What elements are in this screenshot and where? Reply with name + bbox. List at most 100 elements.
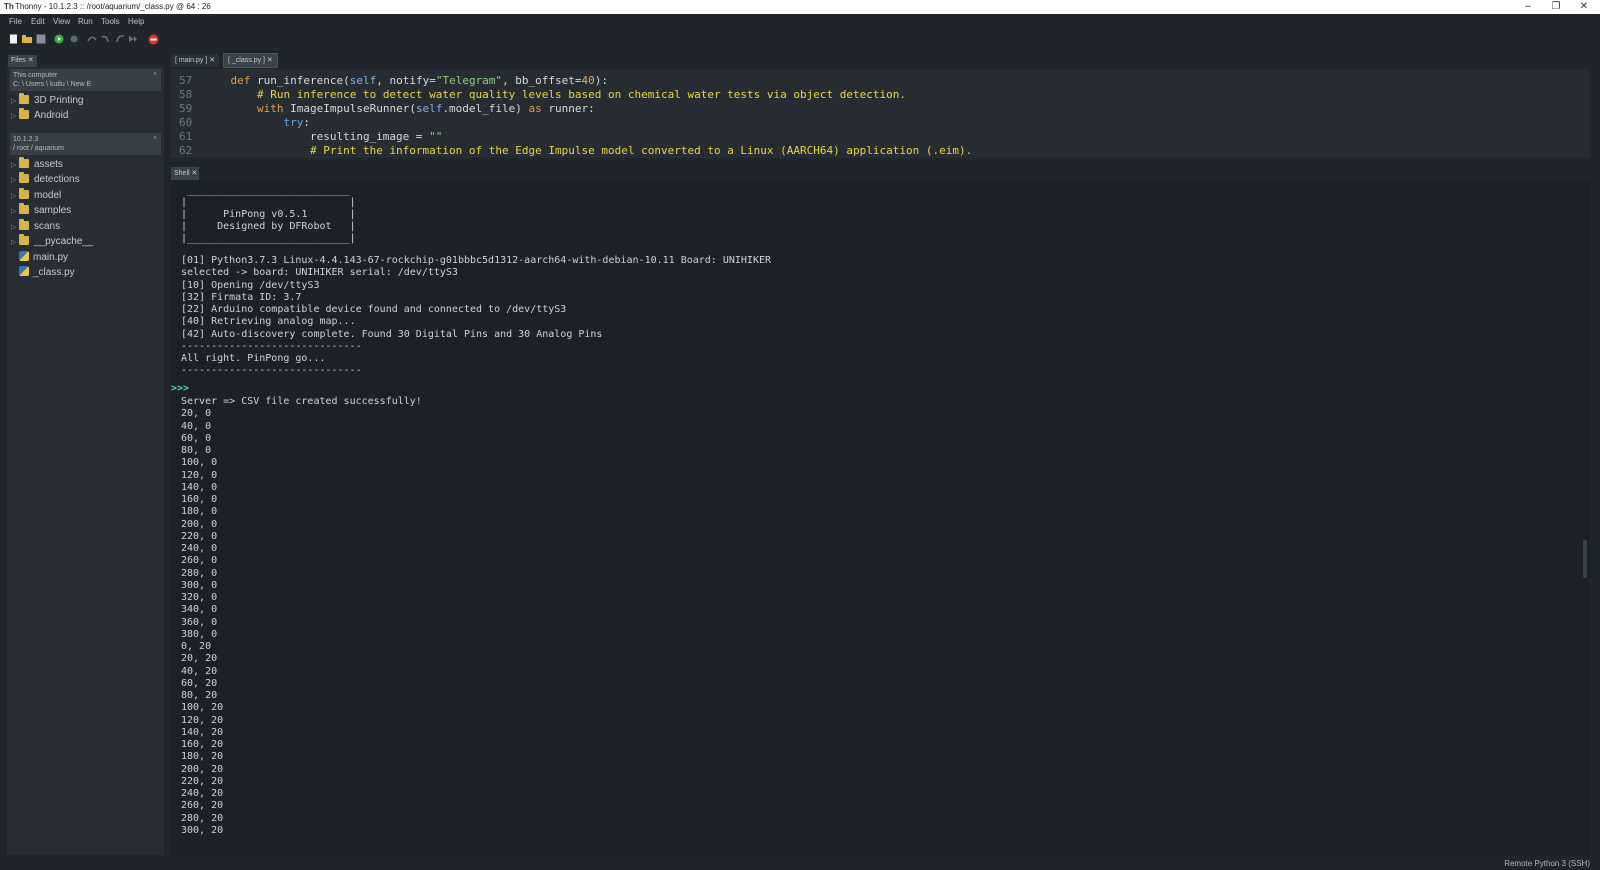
line-number: 59 — [179, 102, 193, 115]
this-computer-path: C: \ Users \ kutlu \ New E — [13, 81, 92, 88]
output-line: 300, 0 — [181, 579, 218, 591]
output-line: 380, 0 — [181, 628, 218, 640]
python-file-icon — [19, 266, 29, 276]
shell-tab[interactable]: Shell ✕ — [171, 167, 199, 180]
save-icon[interactable] — [36, 34, 46, 44]
log-line: [10] Opening /dev/ttyS3 — [181, 279, 320, 291]
line-number: 60 — [179, 116, 193, 129]
step-over-icon[interactable] — [87, 34, 97, 44]
python-file-icon — [19, 251, 29, 261]
code-line: try: — [283, 116, 310, 129]
tab-close-icon[interactable]: ✕ — [267, 57, 273, 64]
folder-icon — [19, 234, 29, 245]
output-line: Server => CSV file created successfully! — [181, 396, 422, 407]
remote-title: 10.1.2.3 — [13, 136, 39, 143]
new-file-icon[interactable] — [8, 34, 18, 44]
tree-item-label: samples — [34, 205, 72, 216]
tree-item-assets[interactable]: ▷ assets — [11, 157, 63, 173]
menu-edit[interactable]: Edit — [31, 17, 45, 26]
tab-label: [ main.py ] — [175, 57, 208, 64]
code-line: # Print the information of the Edge Impu… — [309, 144, 973, 157]
tree-item-class-py[interactable]: _class.py — [19, 266, 75, 280]
step-out-icon[interactable] — [115, 34, 125, 44]
remote-header: 10.1.2.3 / root / aquarium × — [10, 133, 161, 155]
open-file-icon[interactable] — [22, 34, 32, 44]
this-computer-title: This computer — [13, 72, 58, 79]
output-line: 120, 20 — [181, 714, 224, 726]
expand-arrow-icon[interactable]: ▷ — [11, 190, 19, 204]
output-line: 40, 20 — [181, 665, 218, 677]
log-line: ------------------------------ — [181, 365, 362, 377]
line-number: 61 — [179, 130, 193, 143]
folder-icon — [19, 157, 29, 168]
output-line: 200, 0 — [181, 518, 218, 530]
tab-class-py[interactable]: [ _class.py ] ✕ — [223, 53, 278, 68]
tree-item-3d-printing[interactable]: ▷ 3D Printing — [11, 93, 84, 109]
log-line: [01] Python3.7.3 Linux-4.4.143-67-rockch… — [181, 255, 772, 266]
tree-item-label: scans — [34, 221, 61, 232]
toolbar — [0, 30, 1600, 50]
code-editor[interactable]: 57 58 59 60 61 62 def run_inference(self… — [171, 69, 1590, 158]
tree-item-detections[interactable]: ▷ detections — [11, 172, 80, 188]
output-line: 80, 20 — [181, 690, 218, 701]
output-line: 120, 0 — [181, 469, 218, 481]
log-line: [40] Retrieving analog map... — [181, 316, 356, 328]
expand-arrow-icon[interactable]: ▷ — [11, 236, 19, 250]
tab-main-py[interactable]: [ main.py ] ✕ — [171, 54, 220, 67]
menu-run[interactable]: Run — [78, 17, 93, 26]
tree-item-label: 3D Printing — [34, 95, 84, 106]
files-tab[interactable]: Files ✕ — [8, 55, 37, 67]
output-line: 60, 20 — [181, 677, 218, 689]
line-number: 57 — [179, 74, 193, 87]
tree-item-label: main.py — [33, 252, 69, 263]
tree-item-main-py[interactable]: main.py — [19, 251, 68, 265]
expand-arrow-icon[interactable]: ▷ — [11, 221, 19, 235]
minimize-button[interactable]: – — [1515, 0, 1541, 14]
menu-tools[interactable]: Tools — [101, 17, 120, 26]
tree-item-scans[interactable]: ▷ scans — [11, 219, 61, 235]
tree-item-model[interactable]: ▷ model — [11, 188, 61, 204]
this-computer-menu-button[interactable]: × — [153, 71, 157, 78]
output-line: 60, 0 — [181, 432, 212, 444]
output-line: 160, 20 — [181, 739, 224, 750]
menu-help[interactable]: Help — [128, 17, 144, 26]
line-number-gutter: 57 58 59 60 61 62 — [171, 69, 201, 158]
stop-icon[interactable] — [148, 34, 159, 45]
tree-item-samples[interactable]: ▷ samples — [11, 203, 72, 219]
output-line: 180, 20 — [181, 751, 224, 763]
interpreter-status[interactable]: Remote Python 3 (SSH) — [1504, 859, 1590, 868]
expand-arrow-icon[interactable]: ▷ — [11, 205, 19, 219]
expand-arrow-icon[interactable]: ▷ — [11, 95, 19, 109]
output-line: 300, 20 — [181, 824, 224, 836]
expand-arrow-icon[interactable]: ▷ — [11, 110, 19, 124]
expand-arrow-icon[interactable]: ▷ — [11, 174, 19, 188]
tree-item-android[interactable]: ▷ Android — [11, 108, 68, 124]
output-line: 80, 0 — [181, 445, 212, 456]
restore-button[interactable]: ❐ — [1543, 0, 1569, 14]
banner-line: ___________________________ — [181, 185, 350, 196]
resume-icon[interactable] — [128, 34, 138, 44]
expand-arrow-icon[interactable]: ▷ — [11, 159, 19, 173]
menu-file[interactable]: File — [9, 17, 22, 26]
banner-line: |___________________________| — [181, 233, 356, 244]
step-into-icon[interactable] — [101, 34, 111, 44]
close-window-button[interactable]: ✕ — [1571, 0, 1597, 14]
menu-view[interactable]: View — [53, 17, 70, 26]
banner-line: | | — [181, 197, 356, 208]
tree-item-pycache[interactable]: ▷ __pycache__ — [11, 234, 94, 250]
code-line: resulting_image = "" — [204, 130, 443, 143]
output-line: 40, 0 — [181, 420, 212, 432]
remote-menu-button[interactable]: × — [153, 135, 157, 142]
output-line: 100, 0 — [181, 457, 218, 469]
output-line: 180, 0 — [181, 506, 218, 518]
code-line: with ImageImpulseRunner(self.model_file)… — [256, 102, 595, 115]
debug-icon[interactable] — [69, 34, 79, 44]
shell-console[interactable]: ___________________________ | | | PinPong … — [171, 180, 1590, 856]
folder-icon — [19, 172, 29, 183]
output-line: 240, 0 — [181, 543, 218, 554]
run-icon[interactable] — [54, 34, 64, 44]
shell-scrollbar-thumb[interactable] — [1583, 540, 1587, 578]
status-bar: Remote Python 3 (SSH) — [0, 856, 1600, 870]
output-line: 320, 0 — [181, 592, 218, 603]
tab-close-icon[interactable]: ✕ — [209, 57, 215, 64]
